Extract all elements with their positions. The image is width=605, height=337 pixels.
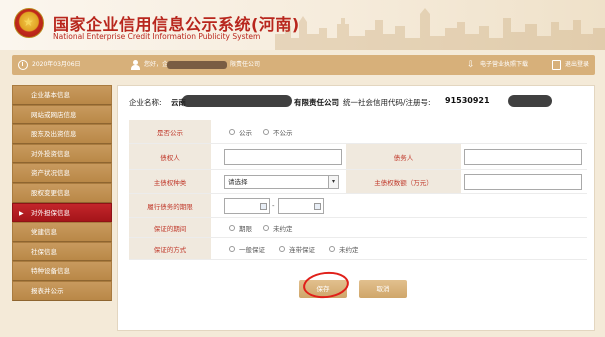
credit-code-value: 91530921 xyxy=(445,96,490,105)
form-row-claim: 主债权种类 请选择 ▾ 主债权数额（万元） xyxy=(129,170,587,194)
guarantee-method-label: 保证的方式 xyxy=(129,238,211,259)
sidebar-item-guarantee-info[interactable]: ▶ 对外担保信息 xyxy=(12,202,112,223)
chevron-down-icon: ▾ xyxy=(328,175,338,188)
sidebar-item-social-security-info[interactable]: 社保信息 xyxy=(12,241,112,262)
site-subtitle: National Enterprise Credit Information P… xyxy=(53,32,261,41)
clock-icon xyxy=(18,60,28,70)
sidebar-item-report-publish[interactable]: 报表并公示 xyxy=(12,280,112,301)
top-bar: 2020年03月06日 您好，企 限责任公司 ⇩ 电子营业执照下载 退出登录 xyxy=(12,55,595,75)
active-arrow-icon: ▶ xyxy=(19,209,24,217)
guarantee-form: 是否公示 公示 不公示 债权人 债务人 主债权种类 请选择 ▾ 主债权数额（万元… xyxy=(129,120,587,260)
company-name-label: 企业名称: xyxy=(129,98,162,107)
current-date: 2020年03月06日 xyxy=(32,61,81,68)
sidebar-item-special-equipment-info[interactable]: 特种设备信息 xyxy=(12,261,112,281)
redacted-username xyxy=(167,61,227,69)
sidebar-item-website-info[interactable]: 网站或网店信息 xyxy=(12,104,112,125)
sidebar-nav: 企业基本信息 网站或网店信息 股东及出资信息 对外投资信息 资产状况信息 股权变… xyxy=(12,85,112,301)
national-emblem-logo: ★ xyxy=(14,8,44,38)
sidebar-item-basic-info[interactable]: 企业基本信息 xyxy=(12,85,112,105)
guarantee-period-label: 保证的期间 xyxy=(129,218,211,237)
creditor-label: 债权人 xyxy=(129,144,211,169)
form-row-guarantee-period: 保证的期间 期限 未约定 xyxy=(129,218,587,238)
claim-type-select[interactable]: 请选择 ▾ xyxy=(224,174,339,189)
user-icon xyxy=(131,60,140,70)
calendar-icon[interactable] xyxy=(260,202,267,210)
company-name-suffix: 有限责任公司 xyxy=(294,98,339,107)
claim-type-label: 主债权种类 xyxy=(129,170,211,193)
term-start-date-input[interactable] xyxy=(224,197,270,214)
city-skyline-image xyxy=(275,8,605,50)
sidebar-item-investment-info[interactable]: 对外投资信息 xyxy=(12,143,112,164)
creditor-input[interactable] xyxy=(224,148,342,165)
radio-method-unspecified[interactable]: 未约定 xyxy=(329,244,359,254)
debtor-input[interactable] xyxy=(464,148,582,165)
cancel-button[interactable]: 取消 xyxy=(359,280,407,298)
redacted-company-name xyxy=(182,95,292,107)
form-row-guarantee-method: 保证的方式 一般保证 连带保证 未约定 xyxy=(129,238,587,260)
logout-link[interactable]: 退出登录 xyxy=(565,55,589,75)
radio-period-term[interactable]: 期限 xyxy=(229,223,252,233)
sidebar-item-party-info[interactable]: 党建信息 xyxy=(12,222,112,242)
radio-period-unspecified[interactable]: 未约定 xyxy=(263,223,293,233)
credit-code-label: 统一社会信用代码/注册号: xyxy=(343,98,431,107)
radio-method-joint[interactable]: 连带保证 xyxy=(279,244,315,254)
publicity-label: 是否公示 xyxy=(129,120,211,143)
calendar-icon[interactable] xyxy=(314,202,321,210)
form-row-publicity: 是否公示 公示 不公示 xyxy=(129,120,587,144)
date-separator: - xyxy=(272,201,275,210)
sidebar-item-equity-change-info[interactable]: 股权变更信息 xyxy=(12,182,112,203)
term-label: 履行债务的期限 xyxy=(129,194,211,217)
user-greeting-prefix: 您好，企 xyxy=(144,61,169,68)
radio-not-publicize[interactable]: 不公示 xyxy=(263,127,293,137)
sidebar-item-shareholder-info[interactable]: 股东及出资信息 xyxy=(12,124,112,144)
form-row-parties: 债权人 债务人 xyxy=(129,144,587,170)
sidebar-item-asset-info[interactable]: 资产状况信息 xyxy=(12,163,112,183)
redacted-credit-code xyxy=(508,95,552,107)
download-icon[interactable]: ⇩ xyxy=(467,59,477,71)
logout-icon[interactable] xyxy=(552,60,561,70)
site-header: ★ 国家企业信用信息公示系统(河南) National Enterprise C… xyxy=(0,0,605,50)
radio-publicize[interactable]: 公示 xyxy=(229,127,252,137)
debtor-label: 债务人 xyxy=(346,144,461,169)
claim-amount-input[interactable] xyxy=(464,173,582,190)
radio-method-general[interactable]: 一般保证 xyxy=(229,244,265,254)
claim-amount-label: 主债权数额（万元） xyxy=(346,170,461,193)
license-download-link[interactable]: 电子营业执照下载 xyxy=(480,55,528,75)
user-greeting-suffix: 限责任公司 xyxy=(230,61,261,68)
term-end-date-input[interactable] xyxy=(278,197,324,214)
form-row-term: 履行债务的期限 - xyxy=(129,194,587,218)
main-panel: 企业名称: 云南 有限责任公司 统一社会信用代码/注册号: 91530921 是… xyxy=(117,85,595,331)
